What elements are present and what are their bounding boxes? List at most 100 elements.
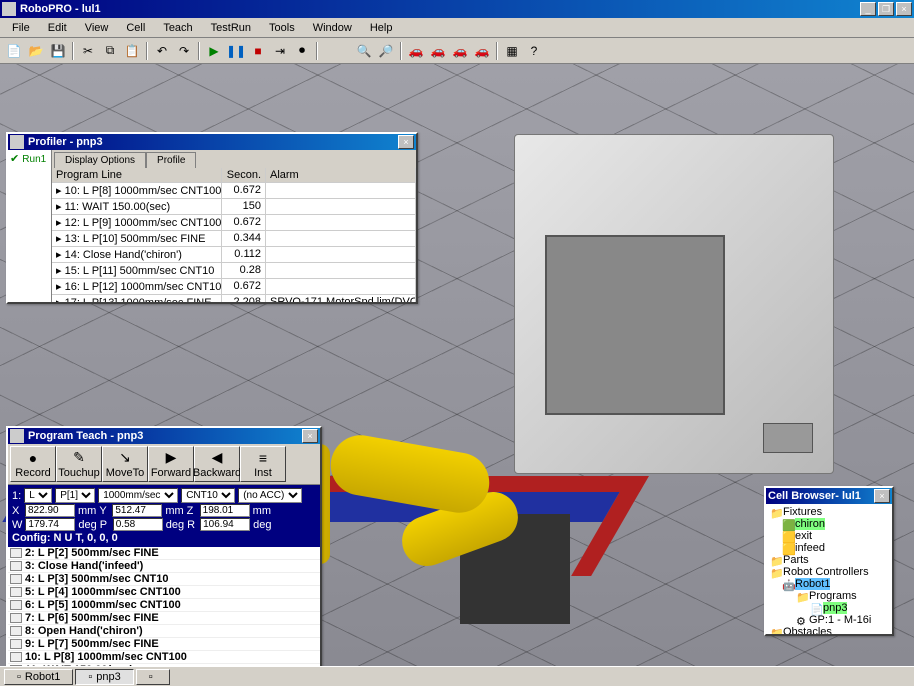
step-button[interactable]: ⇥ <box>270 41 290 61</box>
menu-cell[interactable]: Cell <box>118 20 153 36</box>
tree-node-pnp3[interactable]: 📄pnp3 <box>768 602 890 614</box>
stop-button[interactable]: ■ <box>248 41 268 61</box>
expand-icon[interactable]: ▸ <box>56 217 62 229</box>
motion-type-select[interactable]: L <box>24 488 52 503</box>
menu-help[interactable]: Help <box>362 20 401 36</box>
car2-icon[interactable]: 🚗 <box>428 41 448 61</box>
profiler-row[interactable]: ▸ 10: L P[8] 1000mm/sec CNT1000.672 <box>52 183 416 199</box>
zoom-out-button[interactable]: 🔎 <box>376 41 396 61</box>
line-marker-icon[interactable] <box>10 548 22 558</box>
car3-icon[interactable]: 🚗 <box>450 41 470 61</box>
x-field[interactable] <box>25 504 75 517</box>
profiler-row[interactable]: ▸ 13: L P[10] 500mm/sec FINE0.344 <box>52 231 416 247</box>
tree-node-robot-controllers[interactable]: 📁Robot Controllers <box>768 566 890 578</box>
program-line[interactable]: 8: Open Hand('chiron') <box>8 625 320 638</box>
menu-edit[interactable]: Edit <box>40 20 75 36</box>
cellbrowser-close-button[interactable]: × <box>874 489 890 503</box>
menu-view[interactable]: View <box>77 20 117 36</box>
col-seconds[interactable]: Secon. <box>222 168 266 182</box>
r-field[interactable] <box>200 518 250 531</box>
point-select[interactable]: P[1] <box>55 488 95 503</box>
tree-node-gp-1-m-16i[interactable]: ⚙GP:1 - M-16i <box>768 614 890 626</box>
car1-icon[interactable]: 🚗 <box>406 41 426 61</box>
menu-teach[interactable]: Teach <box>155 20 200 36</box>
w-field[interactable] <box>25 518 75 531</box>
expand-icon[interactable]: ▸ <box>56 265 62 277</box>
expand-icon[interactable]: ▸ <box>56 297 62 302</box>
y-field[interactable] <box>112 504 162 517</box>
line-marker-icon[interactable] <box>10 626 22 636</box>
teach-forward-button[interactable]: ▶Forward <box>148 446 194 482</box>
cut-button[interactable]: ✂ <box>78 41 98 61</box>
copy-button[interactable]: ⧉ <box>100 41 120 61</box>
close-button[interactable]: × <box>896 2 912 16</box>
teach-touchup-button[interactable]: ✎Touchup <box>56 446 102 482</box>
pause-button[interactable]: ❚❚ <box>226 41 246 61</box>
cell-browser-window[interactable]: Cell Browser- lul1 × 📁Fixtures🟩chiron🟨ex… <box>764 486 894 636</box>
teach-inst-button[interactable]: ≡Inst <box>240 446 286 482</box>
taskbar-item-empty[interactable]: ▫ <box>136 669 170 685</box>
profiler-row[interactable]: ▸ 17: L P[13] 1000mm/sec FINE2.208SRVO-1… <box>52 295 416 302</box>
program-line[interactable]: 7: L P[6] 500mm/sec FINE <box>8 612 320 625</box>
help-button[interactable]: ? <box>524 41 544 61</box>
program-line[interactable]: 9: L P[7] 500mm/sec FINE <box>8 638 320 651</box>
tree-node-robot1[interactable]: 🤖Robot1 <box>768 578 890 590</box>
cell-browser-tree[interactable]: 📁Fixtures🟩chiron🟨exit🟨infeed📁Parts📁Robot… <box>766 504 892 634</box>
open-button[interactable]: 📂 <box>26 41 46 61</box>
expand-icon[interactable]: ▸ <box>56 233 62 245</box>
paste-button[interactable]: 📋 <box>122 41 142 61</box>
program-line[interactable]: 4: L P[3] 500mm/sec CNT10 <box>8 573 320 586</box>
teach-record-button[interactable]: ●Record <box>10 446 56 482</box>
new-button[interactable]: 📄 <box>4 41 24 61</box>
tree-node-infeed[interactable]: 🟨infeed <box>768 542 890 554</box>
tree-node-obstacles[interactable]: 📁Obstacles <box>768 626 890 634</box>
program-line[interactable]: 10: L P[8] 1000mm/sec CNT100 <box>8 651 320 664</box>
profiler-row[interactable]: ▸ 16: L P[12] 1000mm/sec CNT1000.672 <box>52 279 416 295</box>
profiler-row[interactable]: ▸ 14: Close Hand('chiron')0.112 <box>52 247 416 263</box>
tree-node-chiron[interactable]: 🟩chiron <box>768 518 890 530</box>
menu-file[interactable]: File <box>4 20 38 36</box>
profiler-row[interactable]: ▸ 12: L P[9] 1000mm/sec CNT1000.672 <box>52 215 416 231</box>
cellbrowser-titlebar[interactable]: Cell Browser- lul1 × <box>766 488 892 504</box>
tree-node-exit[interactable]: 🟨exit <box>768 530 890 542</box>
profiler-run-label[interactable]: Run1 <box>22 154 46 165</box>
line-marker-icon[interactable] <box>10 639 22 649</box>
line-marker-icon[interactable] <box>10 613 22 623</box>
redo-button[interactable]: ↷ <box>174 41 194 61</box>
grid-button[interactable]: ▦ <box>502 41 522 61</box>
menu-testrun[interactable]: TestRun <box>203 20 259 36</box>
program-line[interactable]: 6: L P[5] 1000mm/sec CNT100 <box>8 599 320 612</box>
program-line[interactable]: 3: Close Hand('infeed') <box>8 560 320 573</box>
record-button[interactable]: ⏺ <box>292 41 312 61</box>
menu-window[interactable]: Window <box>305 20 360 36</box>
z-field[interactable] <box>200 504 250 517</box>
program-teach-window[interactable]: Program Teach - pnp3 × ●Record✎Touchup↘M… <box>6 426 322 666</box>
line-marker-icon[interactable] <box>10 652 22 662</box>
expand-icon[interactable]: ▸ <box>56 281 62 293</box>
teach-program-list[interactable]: 2: L P[2] 500mm/sec FINE3: Close Hand('i… <box>8 547 320 666</box>
profiler-close-button[interactable]: × <box>398 135 414 149</box>
maximize-button[interactable]: ❐ <box>878 2 894 16</box>
profiler-row[interactable]: ▸ 15: L P[11] 500mm/sec CNT100.28 <box>52 263 416 279</box>
profiler-tab-profile[interactable]: Profile <box>146 152 196 168</box>
menu-tools[interactable]: Tools <box>261 20 303 36</box>
teach-backward-button[interactable]: ◀Backward <box>194 446 240 482</box>
expand-icon[interactable]: ▸ <box>56 185 62 197</box>
car4-icon[interactable]: 🚗 <box>472 41 492 61</box>
program-line[interactable]: 2: L P[2] 500mm/sec FINE <box>8 547 320 560</box>
tree-node-fixtures[interactable]: 📁Fixtures <box>768 506 890 518</box>
line-marker-icon[interactable] <box>10 561 22 571</box>
save-button[interactable]: 💾 <box>48 41 68 61</box>
viewport-3d[interactable]: Profiler - pnp3 × ✔ Run1 Display Options… <box>0 64 914 666</box>
termination-select[interactable]: CNT10 <box>181 488 235 503</box>
col-program-line[interactable]: Program Line <box>52 168 222 182</box>
line-marker-icon[interactable] <box>10 574 22 584</box>
profiler-titlebar[interactable]: Profiler - pnp3 × <box>8 134 416 150</box>
taskbar-item-robot1[interactable]: ▫Robot1 <box>4 669 73 685</box>
tree-node-parts[interactable]: 📁Parts <box>768 554 890 566</box>
play-button[interactable]: ▶ <box>204 41 224 61</box>
profiler-tab-display-options[interactable]: Display Options <box>54 152 146 168</box>
line-marker-icon[interactable] <box>10 587 22 597</box>
taskbar-item-pnp3[interactable]: ▫pnp3 <box>75 669 133 685</box>
expand-icon[interactable]: ▸ <box>56 249 62 261</box>
